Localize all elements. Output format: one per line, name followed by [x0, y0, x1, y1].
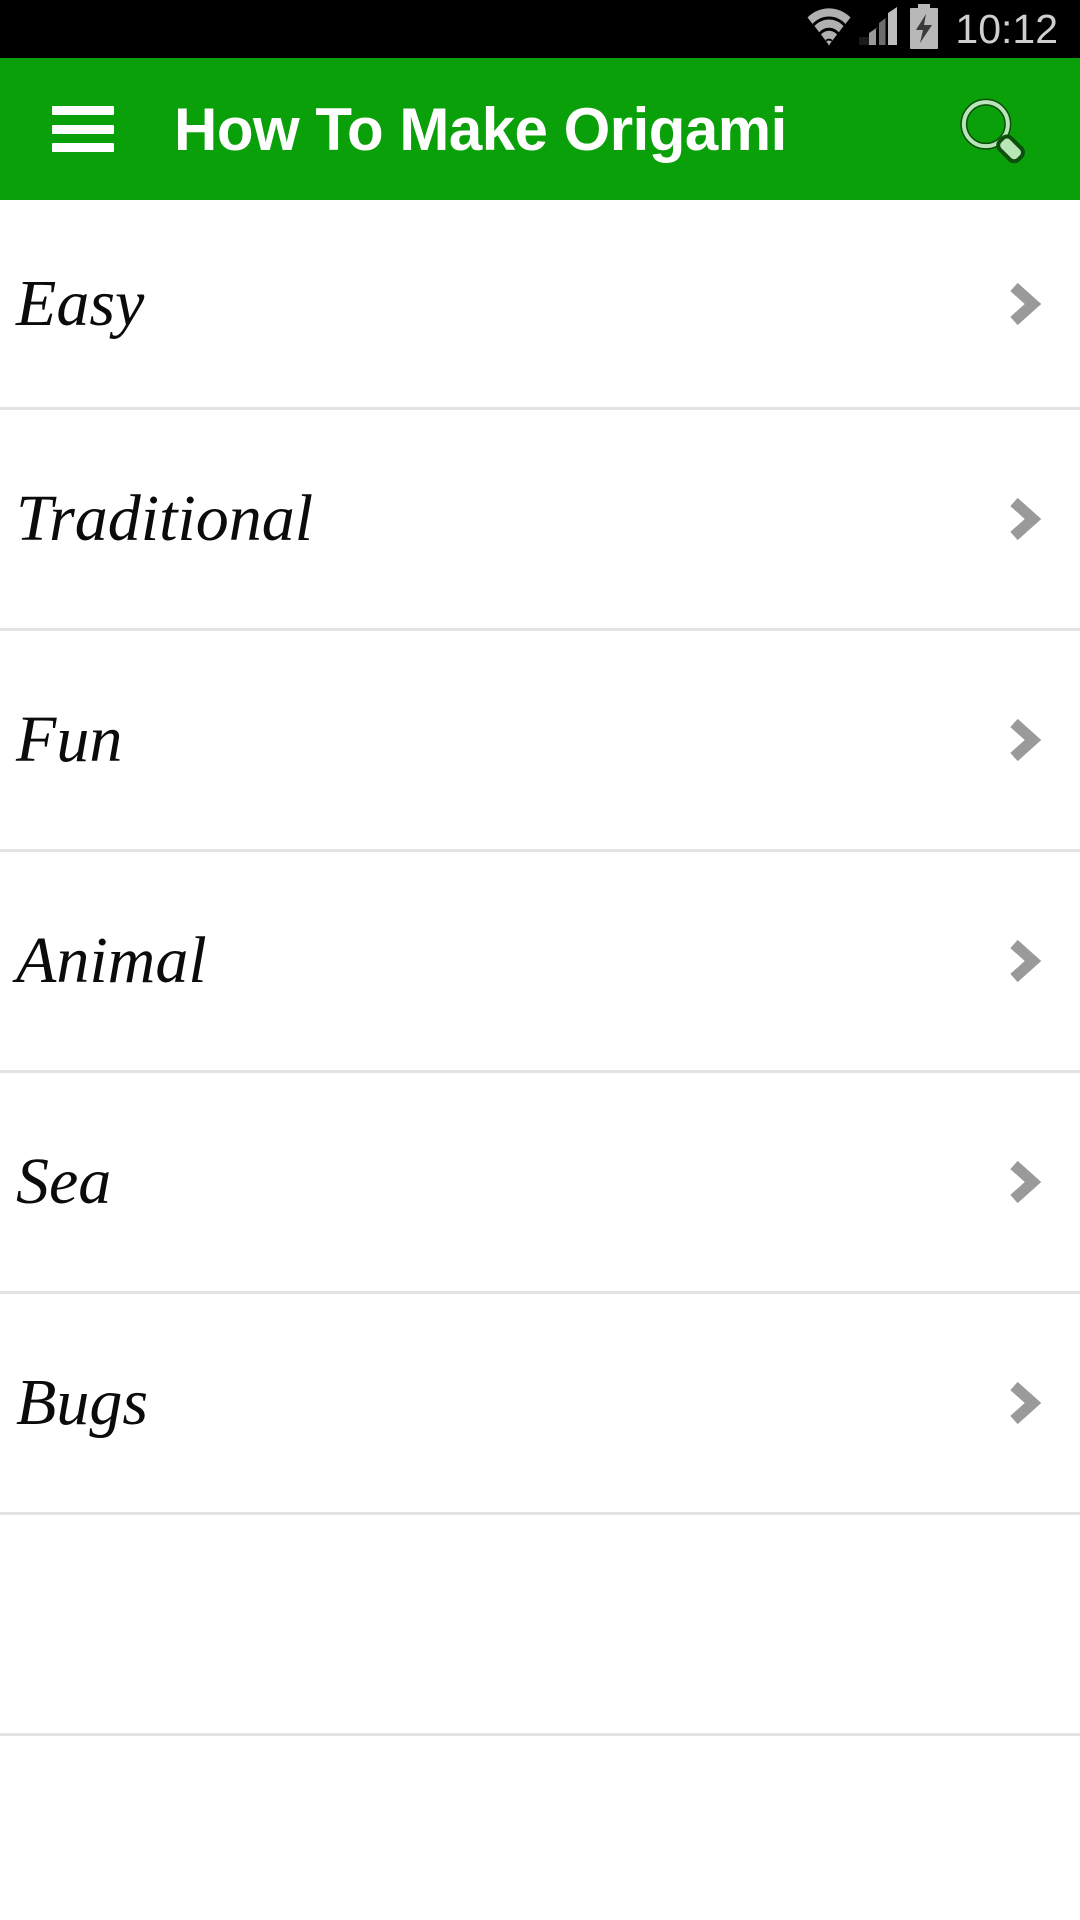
chevron-right-icon	[992, 1371, 1056, 1435]
app-bar: How To Make Origami	[0, 58, 1080, 200]
status-bar-icons	[807, 3, 941, 55]
wifi-icon	[807, 7, 851, 51]
list-item-easy[interactable]: Easy	[0, 200, 1080, 410]
list-item-sea[interactable]: Sea	[0, 1073, 1080, 1294]
chevron-right-icon	[992, 1150, 1056, 1214]
cellular-signal-icon	[857, 6, 901, 52]
list-item-label: Traditional	[16, 482, 314, 555]
chevron-right-icon	[992, 487, 1056, 551]
status-bar-clock: 10:12	[955, 6, 1058, 52]
list-item-label: Fun	[16, 703, 123, 776]
list-item-partial[interactable]	[0, 1515, 1080, 1736]
chevron-right-icon	[992, 708, 1056, 772]
chevron-right-icon	[992, 272, 1056, 336]
search-icon	[954, 81, 1046, 178]
status-bar: 10:12	[0, 0, 1080, 58]
chevron-right-icon	[992, 929, 1056, 993]
category-list: Easy Traditional Fun Animal Sea Bugs	[0, 200, 1080, 1736]
list-item-bugs[interactable]: Bugs	[0, 1294, 1080, 1515]
list-item-fun[interactable]: Fun	[0, 631, 1080, 852]
search-button[interactable]	[952, 81, 1048, 177]
list-item-label: Bugs	[16, 1366, 148, 1439]
hamburger-menu-icon[interactable]	[52, 106, 114, 152]
page-title: How To Make Origami	[174, 95, 787, 163]
list-item-label: Easy	[16, 266, 145, 340]
hamburger-bar-1	[52, 106, 114, 115]
hamburger-bar-3	[52, 143, 114, 152]
battery-charging-icon	[907, 3, 941, 55]
list-item-traditional[interactable]: Traditional	[0, 410, 1080, 631]
hamburger-bar-2	[52, 124, 114, 134]
list-item-label: Sea	[16, 1145, 112, 1218]
list-item-animal[interactable]: Animal	[0, 852, 1080, 1073]
list-item-label: Animal	[16, 924, 207, 997]
